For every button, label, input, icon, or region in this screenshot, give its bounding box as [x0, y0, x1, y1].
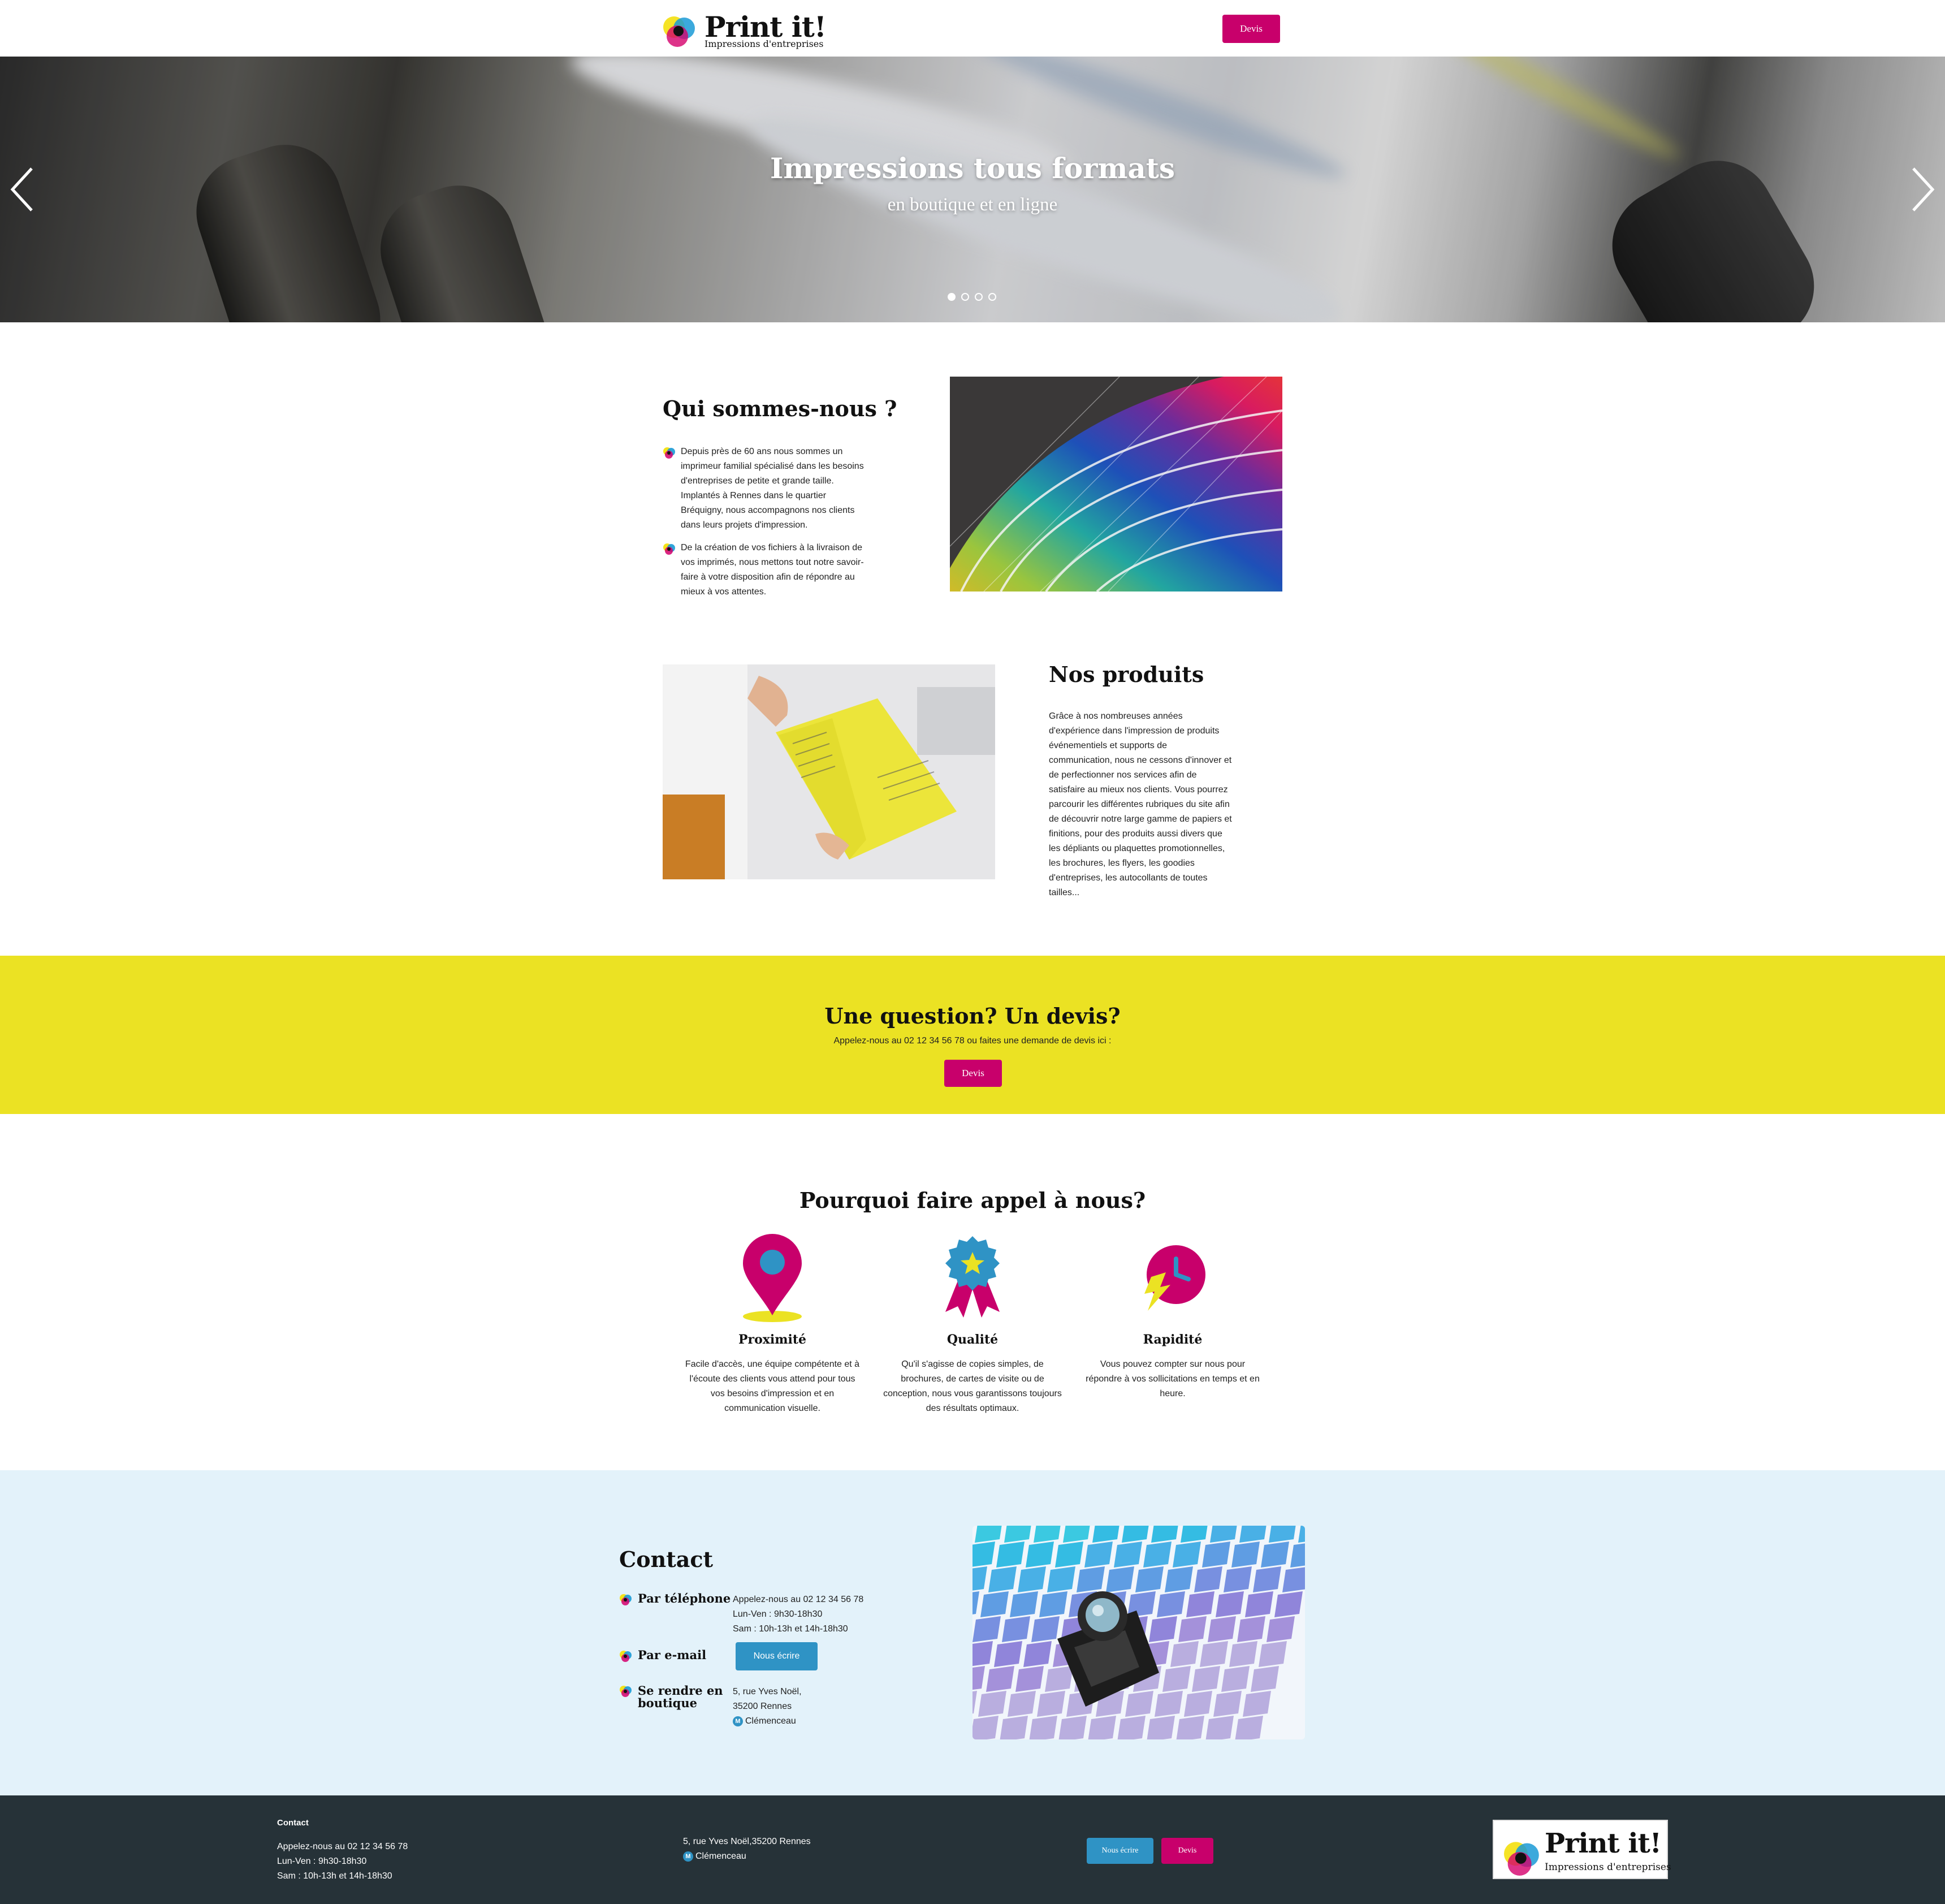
logo-subtitle: Impressions d'entreprises: [704, 38, 824, 49]
hero-overlay: [0, 57, 1945, 322]
footer-logo-title: Print it!: [1545, 1828, 1662, 1859]
cmy-circles-logo-icon: [663, 16, 695, 47]
cmy-bullet-icon: [663, 447, 675, 459]
hero-subtitle: en boutique et en ligne: [887, 195, 1058, 215]
shop-label-line: boutique: [638, 1696, 697, 1710]
site-header: Print it! Impressions d'entreprises Devi…: [0, 0, 1945, 57]
products-title: Nos produits: [1049, 662, 1204, 687]
header-quote-button[interactable]: Devis: [1222, 15, 1280, 43]
about-bullet-text: De la création de vos fichiers à la livr…: [681, 543, 864, 597]
email-write-button[interactable]: Nous écrire: [736, 1642, 818, 1670]
cta-text: Appelez-nous au 02 12 34 56 78 ou faites…: [833, 1036, 1112, 1046]
carousel-dot[interactable]: [961, 293, 969, 301]
cta-title: Une question? Un devis?: [824, 1003, 1121, 1029]
feature-name: Rapidité: [1143, 1332, 1203, 1347]
location-pin-icon: [743, 1234, 802, 1322]
why-title: Pourquoi faire appel à nous?: [799, 1188, 1146, 1213]
footer-phone: Appelez-nous au 02 12 34 56 78: [277, 1842, 408, 1851]
brochure-reading-image: [663, 664, 995, 879]
shop-label-line: Se rendre en: [638, 1683, 723, 1698]
phone-label: Par téléphone: [638, 1591, 731, 1605]
phone-hours-saturday: Sam : 10h-13h et 14h-18h30: [733, 1624, 848, 1634]
phone-details: Appelez-nous au 02 12 34 56 78 Lun-Ven :…: [733, 1592, 863, 1637]
about-bullet-text: Depuis près de 60 ans nous sommes un imp…: [681, 447, 864, 530]
hero-title: Impressions tous formats: [770, 152, 1175, 185]
footer-hours-weekday: Lun-Ven : 9h30-18h30: [277, 1856, 367, 1866]
cmy-bullet-icon: [620, 1594, 632, 1605]
color-swatches-image: [950, 377, 1282, 592]
fast-clock-icon: [1144, 1245, 1205, 1311]
footer-contact-title: Contact: [277, 1818, 309, 1828]
carousel-dot[interactable]: [975, 293, 983, 301]
carousel-prev-arrow-icon[interactable]: [5, 164, 38, 215]
carousel-dot[interactable]: [948, 293, 956, 301]
about-title: Qui sommes-nous ?: [663, 396, 897, 421]
feature-name: Qualité: [946, 1332, 999, 1347]
carousel-dot[interactable]: [988, 293, 996, 301]
metro-station: M Clémenceau: [733, 1714, 802, 1729]
footer-metro-name: Clémenceau: [695, 1851, 746, 1861]
phone-hours-weekday: Lun-Ven : 9h30-18h30: [733, 1609, 823, 1619]
cmy-bullet-icon: [663, 543, 675, 555]
feature-text: Facile d'accès, une équipe compétente et…: [685, 1359, 860, 1413]
contact-title: Contact: [619, 1547, 714, 1572]
footer-metro: M Clémenceau: [683, 1849, 811, 1864]
hero-carousel: Impressions tous formats en boutique et …: [0, 57, 1945, 322]
carousel-dots: [948, 293, 999, 304]
email-label: Par e-mail: [638, 1648, 707, 1662]
footer-contact-lines: Appelez-nous au 02 12 34 56 78 Lun-Ven :…: [277, 1840, 408, 1884]
award-ribbon-icon: [945, 1236, 1000, 1318]
cmy-bullet-icon: [620, 1651, 632, 1662]
loupe-color-chart-image: [972, 1526, 1305, 1739]
footer-address-line: 5, rue Yves Noël,35200 Rennes: [683, 1837, 811, 1846]
feature-name: Proximité: [738, 1332, 807, 1347]
address-city: 35200 Rennes: [733, 1702, 792, 1711]
metro-station-name: Clémenceau: [745, 1716, 796, 1726]
site-logo[interactable]: Print it! Impressions d'entreprises: [662, 10, 827, 50]
footer-write-button[interactable]: Nous écrire: [1087, 1838, 1153, 1864]
phone-line: Appelez-nous au 02 12 34 56 78: [733, 1595, 864, 1604]
carousel-next-arrow-icon[interactable]: [1907, 164, 1940, 215]
footer-logo[interactable]: Print it! Impressions d'entreprises: [1493, 1820, 1671, 1879]
address-street: 5, rue Yves Noël,: [733, 1687, 802, 1696]
footer-hours-saturday: Sam : 10h-13h et 14h-18h30: [277, 1871, 392, 1881]
shop-address: 5, rue Yves Noël, 35200 Rennes M Clémence…: [733, 1685, 802, 1729]
products-text: Grâce à nos nombreuses années d'expérien…: [1049, 711, 1232, 897]
footer-address: 5, rue Yves Noël,35200 Rennes M Clémencea…: [683, 1834, 811, 1864]
cta-quote-button[interactable]: Devis: [944, 1060, 1002, 1087]
footer-quote-button[interactable]: Devis: [1161, 1838, 1213, 1864]
cmy-circles-logo-icon: [1504, 1842, 1539, 1876]
metro-icon: M: [683, 1851, 693, 1862]
feature-text: Vous pouvez compter sur nous pour répond…: [1086, 1359, 1260, 1398]
footer-logo-subtitle: Impressions d'entreprises: [1545, 1862, 1671, 1873]
feature-text: Qu'il s'agisse de copies simples, de bro…: [883, 1359, 1062, 1413]
cmy-bullet-icon: [620, 1686, 632, 1697]
shop-label: Se rendre en boutique: [638, 1685, 723, 1709]
metro-icon: M: [733, 1716, 743, 1726]
